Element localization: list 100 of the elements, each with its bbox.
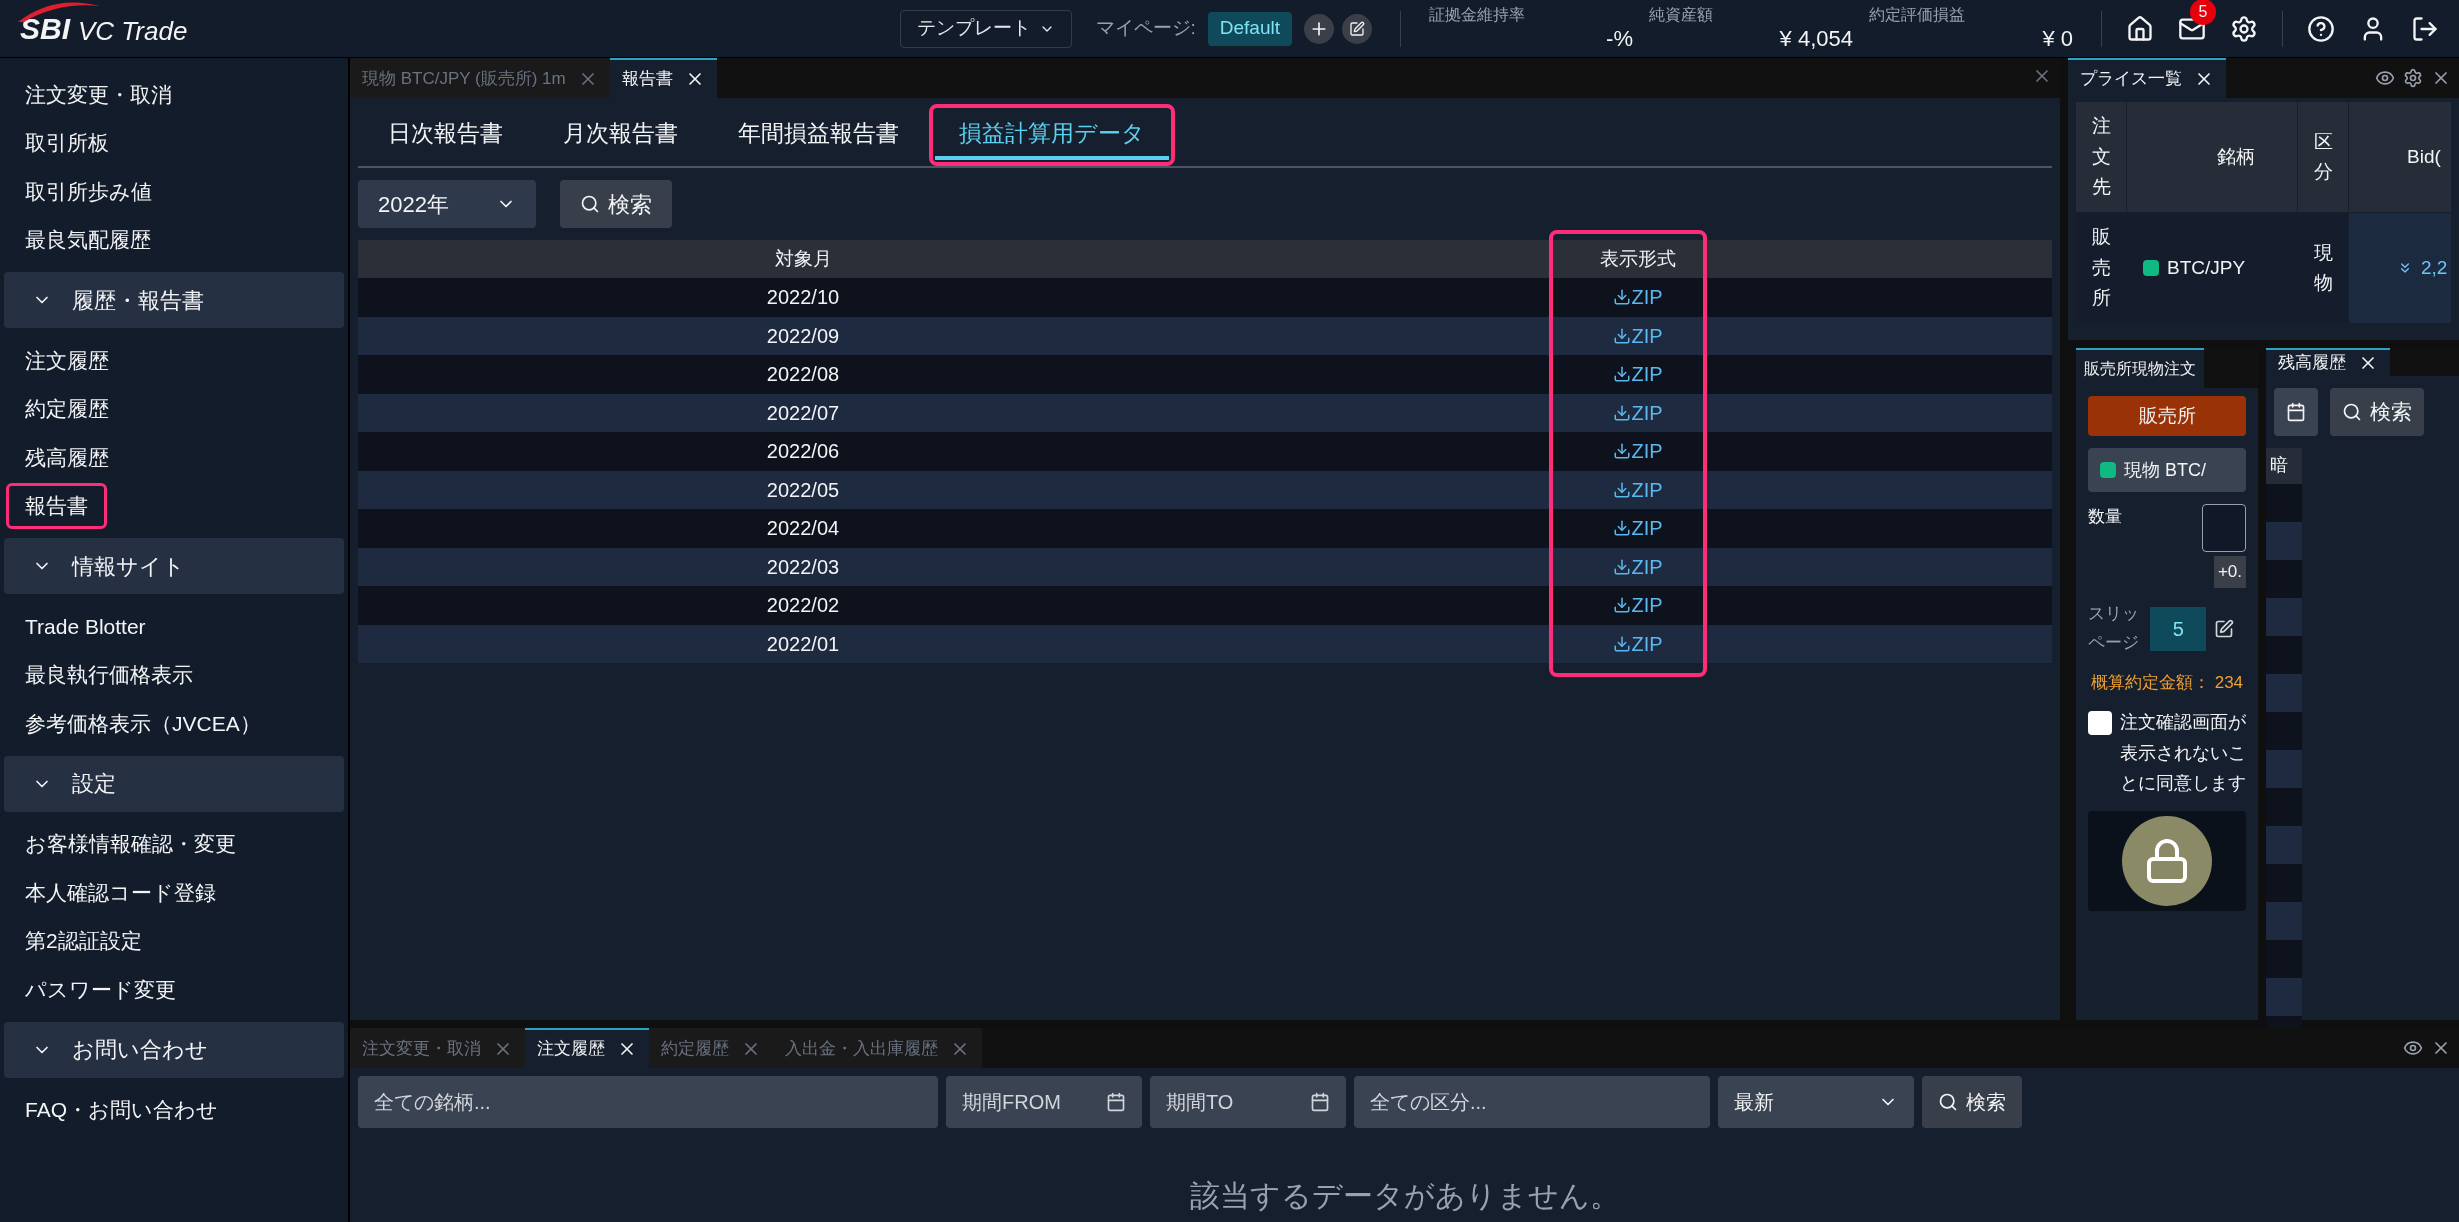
download-link[interactable]: ZIP — [1613, 397, 1663, 428]
panel-tab[interactable]: 入出金・入出庫履歴 — [773, 1028, 982, 1068]
sort-select[interactable]: 最新 — [1718, 1076, 1914, 1128]
year-select[interactable]: 2022年 — [358, 180, 536, 228]
panel-tab[interactable]: 現物 BTC/JPY (販売所) 1m — [350, 58, 610, 98]
sidebar-item[interactable]: パスワード変更 — [6, 966, 195, 1012]
calendar-icon — [1310, 1092, 1330, 1112]
edit-icon[interactable] — [2214, 618, 2235, 639]
column-header: Bid( — [2406, 144, 2441, 169]
download-icon — [1613, 288, 1632, 307]
sidebar-item[interactable]: 残高履歴 — [6, 434, 128, 480]
search-button[interactable]: 検索 — [560, 180, 672, 228]
search-icon — [580, 194, 600, 214]
section-title: 情報サイト — [72, 552, 185, 581]
stat-label: 証拠金維持率 — [1429, 4, 1526, 25]
help-icon[interactable] — [2307, 14, 2335, 43]
step-button[interactable]: +0. — [2213, 556, 2246, 588]
sidebar-item[interactable]: 最良執行価格表示 — [6, 652, 212, 698]
table-cell-text: 現物 — [2313, 240, 2333, 295]
sidebar-item[interactable]: FAQ・お問い合わせ — [6, 1087, 237, 1133]
report-tab[interactable]: 年間損益報告書 — [714, 110, 923, 160]
calendar-button[interactable] — [2274, 387, 2318, 436]
sidebar-item[interactable]: 最良気配履歴 — [6, 217, 170, 263]
table-cell-text: 2022/02 — [766, 593, 840, 619]
order-slider-button[interactable] — [2088, 811, 2246, 912]
panel-tab[interactable]: 注文変更・取消 — [350, 1028, 525, 1068]
home-icon[interactable] — [2126, 14, 2154, 43]
download-link[interactable]: ZIP — [1613, 628, 1663, 659]
symbol-select[interactable]: 現物 BTC/ — [2088, 448, 2246, 492]
download-link[interactable]: ZIP — [1613, 474, 1663, 505]
sidebar-item[interactable]: 取引所歩み値 — [6, 168, 171, 214]
download-icon — [1613, 403, 1632, 422]
search-button[interactable]: 検索 — [1922, 1076, 2022, 1128]
settings-icon[interactable] — [2230, 14, 2258, 43]
stat-label: 約定評価損益 — [1869, 4, 1966, 25]
section-header[interactable]: 履歴・報告書 — [4, 272, 344, 328]
download-link[interactable]: ZIP — [1613, 320, 1663, 351]
sidebar-item[interactable]: 約定履歴 — [6, 386, 128, 432]
stat-value: ¥ 0 — [2041, 24, 2073, 53]
panel-tab[interactable]: プライス一覧 — [2068, 58, 2226, 98]
stat-value: -% — [1605, 24, 1633, 53]
column-header: 注文先 — [2091, 114, 2111, 200]
report-tab[interactable]: 日次報告書 — [364, 110, 527, 160]
table-cell-text: 2022/03 — [766, 554, 840, 580]
field-label: 数量 — [2088, 506, 2122, 528]
logout-icon[interactable] — [2411, 14, 2439, 43]
download-link[interactable]: ZIP — [1613, 282, 1663, 313]
eye-icon[interactable] — [2375, 68, 2395, 88]
section-header[interactable]: 設定 — [4, 755, 344, 812]
sidebar-item[interactable]: 本人確認コード登録 — [6, 869, 235, 915]
sidebar-item[interactable]: Trade Blotter — [6, 603, 165, 649]
search-icon — [2342, 401, 2362, 422]
settings-icon[interactable] — [2403, 68, 2423, 88]
section-header[interactable]: お問い合わせ — [4, 1021, 344, 1078]
template-button[interactable]: テンプレート — [899, 9, 1072, 48]
report-tab[interactable]: 月次報告書 — [539, 110, 702, 160]
download-icon — [1613, 442, 1632, 461]
symbol-field[interactable]: 全ての銘柄... — [358, 1076, 938, 1128]
panel-tab[interactable]: 残高履歴 — [2266, 348, 2390, 376]
eye-icon[interactable] — [2403, 1038, 2423, 1058]
section-header[interactable]: 情報サイト — [4, 538, 344, 594]
price-cell-text: 2,2 — [2421, 255, 2448, 280]
table-cell-text: 2022/07 — [766, 400, 840, 426]
download-link[interactable]: ZIP — [1613, 359, 1663, 390]
table-cell-text: BTC/JPY — [2167, 255, 2246, 280]
date-to-field[interactable]: 期間TO — [1150, 1076, 1346, 1128]
sidebar-item[interactable]: 報告書 — [6, 483, 107, 529]
date-from-field[interactable]: 期間FROM — [946, 1076, 1142, 1128]
download-link[interactable]: ZIP — [1613, 590, 1663, 621]
edit-button[interactable] — [1342, 13, 1372, 44]
calendar-icon — [2286, 401, 2306, 422]
download-link[interactable]: ZIP — [1613, 551, 1663, 582]
quantity-input[interactable] — [2202, 504, 2246, 552]
add-button[interactable] — [1304, 13, 1334, 44]
sidebar-item[interactable]: 注文履歴 — [6, 337, 128, 383]
sidebar-item[interactable]: 参考価格表示（JVCEA） — [6, 700, 280, 746]
search-button[interactable]: 検索 — [2330, 387, 2424, 436]
download-icon — [1613, 596, 1632, 615]
download-link[interactable]: ZIP — [1613, 436, 1663, 467]
mypage-button[interactable]: Default — [1207, 11, 1292, 46]
sidebar-item[interactable]: お客様情報確認・変更 — [6, 821, 255, 867]
venue-button[interactable]: 販売所 — [2088, 396, 2246, 436]
panel-tab[interactable]: 販売所現物注文 — [2076, 348, 2204, 388]
calendar-icon — [1106, 1092, 1126, 1112]
download-icon — [1613, 634, 1632, 653]
sidebar-item[interactable]: 注文変更・取消 — [6, 71, 191, 117]
confirm-checkbox[interactable] — [2088, 711, 2112, 736]
panel-tab[interactable]: 注文履歴 — [525, 1028, 649, 1068]
logo-text: VC Trade — [78, 17, 188, 44]
panel-tab[interactable]: 約定履歴 — [649, 1028, 773, 1068]
table-cell-text: 2022/06 — [766, 439, 840, 465]
sidebar-item[interactable]: 第2認証設定 — [6, 918, 161, 964]
column-header: 区分 — [2313, 129, 2333, 184]
table-cell-text: 2022/09 — [766, 323, 840, 349]
download-link[interactable]: ZIP — [1613, 513, 1663, 544]
sidebar-item[interactable]: 取引所板 — [6, 120, 128, 166]
type-field[interactable]: 全ての区分... — [1354, 1076, 1710, 1128]
panel-tab[interactable]: 報告書 — [609, 58, 717, 98]
slippage-input[interactable]: 5 — [2150, 606, 2207, 651]
download-icon — [1613, 557, 1632, 576]
